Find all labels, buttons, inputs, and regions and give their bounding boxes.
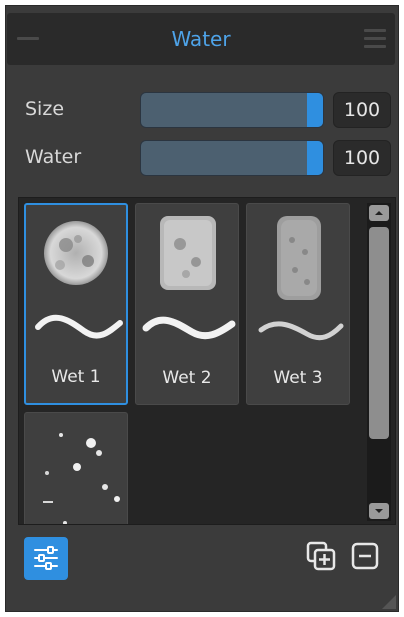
- panel-titlebar[interactable]: Water: [7, 13, 395, 65]
- duplicate-icon: [306, 541, 336, 571]
- sliders-icon: [34, 546, 58, 570]
- size-label: Size: [25, 98, 65, 120]
- chevron-down-icon: [375, 509, 383, 513]
- chevron-up-icon: [375, 211, 383, 215]
- scroll-up-button[interactable]: [369, 205, 389, 221]
- size-slider[interactable]: [140, 92, 324, 128]
- water-value-field[interactable]: 100: [333, 140, 391, 176]
- water-slider[interactable]: [140, 140, 324, 176]
- size-value-field[interactable]: 100: [333, 92, 391, 128]
- preset-scrollbar[interactable]: [367, 203, 391, 521]
- brush-settings-button[interactable]: [24, 537, 68, 580]
- preset-tile-4[interactable]: [24, 412, 128, 524]
- size-slider-handle[interactable]: [307, 93, 323, 127]
- scroll-thumb[interactable]: [369, 227, 389, 439]
- preset-tile-wet-3[interactable]: Wet 3: [246, 203, 350, 405]
- preset-grid: Wet 1 Wet 2 Wet 3: [18, 197, 396, 525]
- preset-label: Wet 2: [162, 368, 212, 388]
- preset-label: Wet 1: [51, 367, 101, 387]
- menu-icon[interactable]: [364, 29, 386, 49]
- water-slider-handle[interactable]: [307, 141, 323, 175]
- preset-tile-wet-2[interactable]: Wet 2: [135, 203, 239, 405]
- scroll-down-button[interactable]: [369, 503, 389, 519]
- duplicate-brush-button[interactable]: [305, 540, 337, 572]
- preset-label: Wet 3: [273, 368, 323, 388]
- water-label: Water: [25, 146, 82, 168]
- panel-title: Water: [171, 27, 231, 51]
- splatter-brush-preview: [43, 433, 120, 524]
- preset-tile-wet-1[interactable]: Wet 1: [24, 203, 128, 405]
- resize-grip-icon[interactable]: [382, 595, 396, 609]
- remove-icon: [351, 542, 379, 570]
- remove-brush-button[interactable]: [349, 540, 381, 572]
